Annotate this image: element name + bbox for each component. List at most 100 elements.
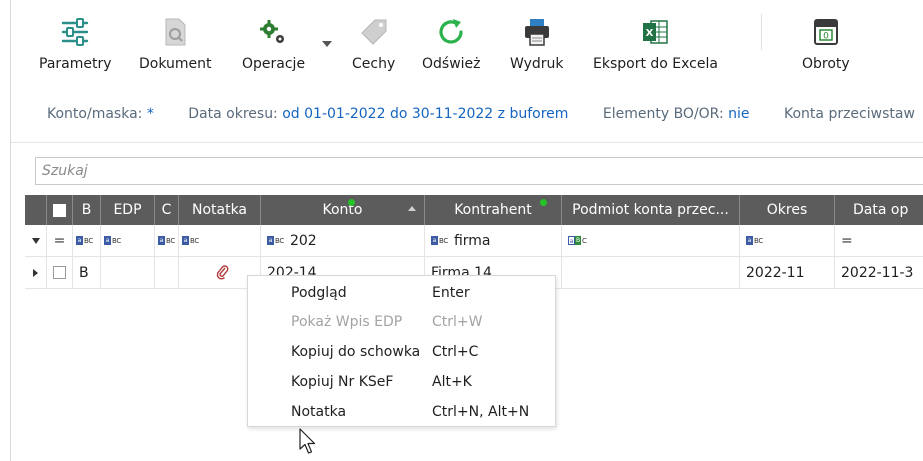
- main-window: Parametry Dokument Operacje Cechy Odświe…: [10, 0, 923, 461]
- dokument-label: Dokument: [139, 56, 212, 72]
- tag-icon: [356, 14, 392, 50]
- filter-row: = a BC a BC a BC a BC a BC 202 a BC firma aBC aB…: [25, 225, 923, 257]
- select-all-checkbox[interactable]: [53, 203, 66, 217]
- filter-cell-podmiot[interactable]: aBC: [562, 225, 740, 256]
- mouse-cursor-icon: [299, 428, 316, 454]
- cell-b[interactable]: B: [73, 257, 101, 288]
- filter-cell-c[interactable]: a BC: [155, 225, 179, 256]
- header-c[interactable]: C: [155, 195, 179, 225]
- filter-cell-okres[interactable]: a BC: [740, 225, 835, 256]
- filter-konto-value: 202: [289, 232, 317, 249]
- data-okresu-value[interactable]: od 01-01-2022 do 30-11-2022 z buforem: [282, 106, 568, 122]
- abc-filter-icon: a BC: [182, 236, 199, 245]
- wydruk-button[interactable]: Wydruk: [510, 14, 564, 72]
- header-indicator: [25, 195, 47, 225]
- toolbar: Parametry Dokument Operacje Cechy Odświe…: [11, 0, 923, 90]
- abc-filter-icon: a BC: [158, 236, 175, 245]
- filter-equals-operator: =: [53, 232, 66, 249]
- menu-item-podglad[interactable]: Podgląd Enter: [291, 281, 551, 305]
- abc-filter-icon: a BC: [76, 236, 93, 245]
- parametry-button[interactable]: Parametry: [39, 14, 112, 72]
- cell-okres[interactable]: 2022-11: [740, 257, 835, 288]
- menu-item-shortcut: Ctrl+W: [432, 314, 483, 330]
- eksport-label: Eksport do Excela: [593, 56, 718, 72]
- data-okresu-label: Data okresu:: [188, 106, 278, 122]
- menu-item-notatka[interactable]: Notatka Ctrl+N, Alt+N: [291, 400, 551, 424]
- menu-item-label: Podgląd: [291, 285, 347, 301]
- operacje-dropdown-arrow-icon[interactable]: [322, 41, 332, 47]
- header-edp[interactable]: EDP: [101, 195, 155, 225]
- elementy-bo-or-label: Elementy BO/OR:: [602, 106, 724, 122]
- operacje-label: Operacje: [242, 56, 306, 72]
- konto-maska-value[interactable]: *: [147, 106, 154, 122]
- abc-contains-filter-icon: aBC: [568, 236, 587, 245]
- gears-icon: [256, 14, 292, 50]
- filter-cell-b[interactable]: a BC: [73, 225, 101, 256]
- menu-item-kopiuj-do-schowka[interactable]: Kopiuj do schowka Ctrl+C: [291, 340, 551, 364]
- cell-podmiot[interactable]: [562, 257, 740, 288]
- excel-icon: X: [637, 14, 673, 50]
- header-data-operacji[interactable]: Data op: [835, 195, 923, 225]
- abc-filter-icon: a BC: [104, 236, 121, 245]
- header-b[interactable]: B: [73, 195, 101, 225]
- filter-summary: Konto/maska: * Data okresu: od 01-01-202…: [47, 106, 915, 122]
- header-kontrahent[interactable]: Kontrahent: [425, 195, 562, 225]
- header-select-all[interactable]: [47, 195, 73, 225]
- menu-item-label: Pokaż Wpis EDP: [291, 314, 403, 330]
- svg-text:X: X: [646, 28, 654, 39]
- filter-cell-select[interactable]: =: [47, 225, 73, 256]
- filter-separator: [11, 142, 923, 143]
- menu-item-label: Kopiuj Nr KSeF: [291, 374, 394, 390]
- cell-data-operacji[interactable]: 2022-11-3: [835, 257, 923, 288]
- parametry-label: Parametry: [39, 56, 112, 72]
- header-notatka[interactable]: Notatka: [179, 195, 261, 225]
- menu-item-shortcut: Ctrl+N, Alt+N: [432, 404, 530, 420]
- cell-edp[interactable]: [101, 257, 155, 288]
- obroty-label: Obroty: [802, 56, 850, 72]
- eksport-excel-button[interactable]: X Eksport do Excela: [593, 14, 718, 72]
- context-menu: Podgląd Enter Pokaż Wpis EDP Ctrl+W Kopi…: [247, 275, 556, 427]
- odswiez-label: Odśwież: [422, 56, 481, 72]
- header-podmiot[interactable]: Podmiot konta przec...: [562, 195, 740, 225]
- filter-pin-icon: [540, 199, 547, 206]
- konta-przeciwstawne-label: Konta przeciwstaw: [784, 106, 915, 122]
- refresh-icon: [433, 14, 469, 50]
- menu-item-kopiuj-nr-ksef[interactable]: Kopiuj Nr KSeF Alt+K: [291, 370, 551, 394]
- document-search-icon: [157, 14, 193, 50]
- filter-cell-data[interactable]: =: [835, 225, 923, 256]
- cell-c[interactable]: [155, 257, 179, 288]
- abc-filter-icon: a BC: [431, 236, 448, 245]
- row-checkbox[interactable]: [53, 266, 66, 279]
- header-okres[interactable]: Okres: [740, 195, 835, 225]
- operacje-button[interactable]: Operacje: [242, 14, 305, 72]
- filter-cell-edp[interactable]: a BC: [101, 225, 155, 256]
- printer-icon: [519, 14, 555, 50]
- filter-cell-konto[interactable]: a BC 202: [261, 225, 425, 256]
- register-icon: 0: [808, 14, 844, 50]
- dokument-button[interactable]: Dokument: [139, 14, 212, 72]
- cechy-button[interactable]: Cechy: [352, 14, 395, 72]
- cechy-label: Cechy: [352, 56, 396, 72]
- svg-text:0: 0: [823, 32, 829, 42]
- search-input[interactable]: Szukaj: [35, 157, 923, 185]
- odswiez-button[interactable]: Odśwież: [422, 14, 481, 72]
- filter-cell-kontrahent[interactable]: a BC firma: [425, 225, 562, 256]
- menu-item-shortcut: Ctrl+C: [432, 344, 479, 360]
- header-konto[interactable]: Konto: [261, 195, 425, 225]
- grid-header: B EDP C Notatka Konto Kontrahent Podmiot…: [25, 195, 923, 225]
- funnel-icon: [31, 237, 40, 244]
- elementy-bo-or-value[interactable]: nie: [728, 106, 749, 122]
- sort-ascending-icon: [408, 206, 416, 211]
- row-indicator[interactable]: [25, 257, 47, 288]
- menu-item-pokaz-wpis-edp: Pokaż Wpis EDP Ctrl+W: [291, 310, 551, 334]
- menu-item-label: Kopiuj do schowka: [291, 344, 421, 360]
- konto-maska-label: Konto/maska:: [47, 106, 143, 122]
- menu-item-shortcut: Alt+K: [432, 374, 472, 390]
- row-select-cell[interactable]: [47, 257, 73, 288]
- filter-cell-notatka[interactable]: a BC: [179, 225, 261, 256]
- obroty-button[interactable]: 0 Obroty: [802, 14, 850, 72]
- filter-row-indicator: [25, 225, 47, 256]
- sliders-icon: [57, 14, 93, 50]
- header-kontrahent-label: Kontrahent: [454, 202, 532, 218]
- abc-filter-icon: a BC: [267, 236, 284, 245]
